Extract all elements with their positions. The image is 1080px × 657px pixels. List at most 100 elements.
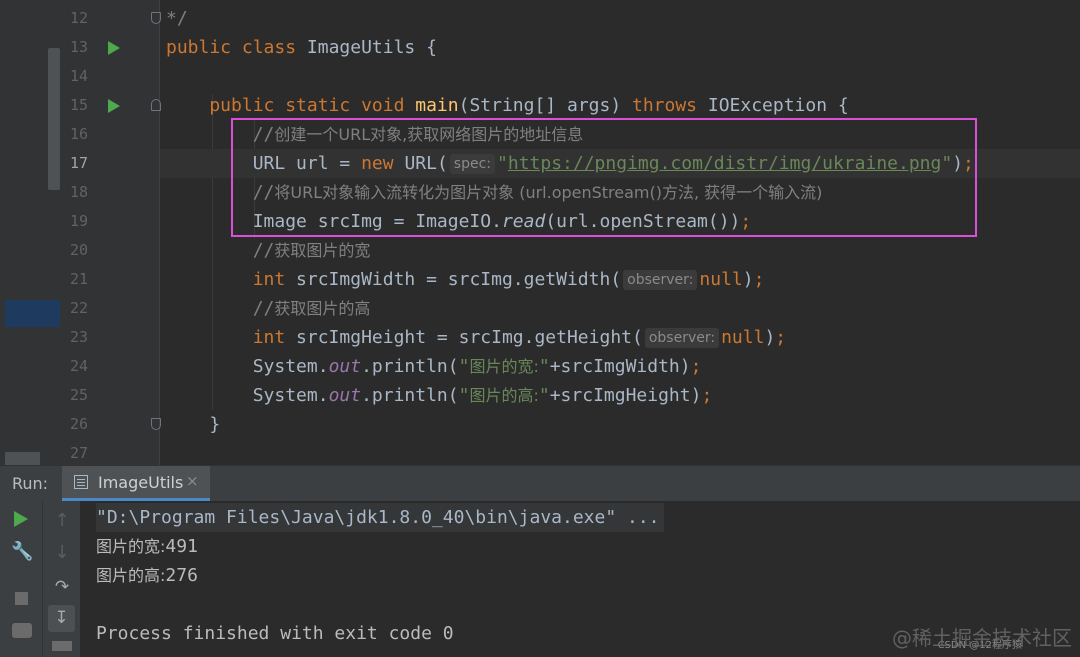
- line-number: 14: [69, 67, 88, 85]
- code-token: ;: [701, 385, 713, 406]
- height-value: 276: [165, 565, 198, 586]
- line-number: 21: [69, 270, 88, 288]
- watermark: @稀土掘金技术社区: [892, 626, 1072, 650]
- console-exit-message: Process finished with exit code 0: [96, 623, 454, 644]
- run-gutter-icon[interactable]: [108, 99, 120, 113]
- code-text: */: [166, 4, 188, 33]
- code-line-14[interactable]: 14: [70, 62, 1080, 91]
- code-token: null: [721, 327, 765, 348]
- code-token: +srcImgWidth): [549, 356, 691, 377]
- run-label: Run:: [12, 474, 49, 493]
- code-line-15[interactable]: 15 public static void main(String[] args…: [70, 91, 1080, 120]
- code-editor[interactable]: 12 */ 13 public class ImageUtils { 14 15 publ…: [0, 0, 1080, 465]
- code-token: 图片的高:: [469, 386, 539, 405]
- code-token: main: [415, 95, 459, 116]
- code-token: System.: [166, 356, 329, 377]
- code-token: 图片的宽:: [469, 357, 539, 376]
- fold-icon[interactable]: [151, 12, 161, 24]
- code-token: ": [538, 356, 550, 377]
- code-token: ImageUtils {: [306, 37, 437, 58]
- code-token: ): [742, 269, 754, 290]
- code-token: srcImgHeight = srcImg.getHeight(: [296, 327, 643, 348]
- close-icon[interactable]: ×: [186, 472, 199, 490]
- line-number: 17: [69, 154, 88, 172]
- run-gutter-icon[interactable]: [108, 41, 120, 55]
- code-token: ": [538, 385, 550, 406]
- line-number: 27: [69, 444, 88, 462]
- code-token: ": [458, 385, 470, 406]
- height-label: 图片的高:: [96, 566, 166, 585]
- code-token: 获取图片的宽: [274, 241, 371, 260]
- code-token: out: [328, 356, 362, 377]
- code-token: public class: [166, 37, 307, 58]
- code-line-12[interactable]: 12 */: [70, 4, 1080, 33]
- width-value: 491: [165, 536, 198, 557]
- code-token: ": [458, 356, 470, 377]
- parameter-hint: observer:: [623, 270, 698, 290]
- tab-label: ImageUtils: [98, 473, 184, 492]
- line-number: 20: [69, 241, 88, 259]
- code-text: int srcImgWidth = srcImg.getWidth(observ…: [166, 265, 764, 294]
- console-icon: [74, 475, 88, 489]
- rerun-icon[interactable]: [14, 511, 28, 527]
- arrow-up-icon[interactable]: ↑: [53, 510, 71, 531]
- code-text: }: [166, 410, 220, 439]
- fold-icon[interactable]: [151, 99, 161, 111]
- code-token: (String[] args): [458, 95, 632, 116]
- run-toolbar-primary: 🔧: [0, 501, 42, 657]
- code-token: //: [166, 298, 275, 319]
- line-number: 15: [69, 96, 88, 114]
- console-line-height: 图片的高:276: [96, 561, 198, 590]
- line-number: 18: [69, 183, 88, 201]
- line-number: 12: [69, 9, 88, 27]
- code-token: ;: [753, 269, 765, 290]
- scroll-to-end-icon[interactable]: ↧: [48, 605, 75, 632]
- code-token: int: [166, 327, 297, 348]
- code-line-24[interactable]: 24 System.out.println("图片的宽:"+srcImgWidt…: [70, 352, 1080, 381]
- code-token: 获取图片的高: [274, 299, 371, 318]
- code-text: public class ImageUtils {: [166, 33, 437, 62]
- line-number: 25: [69, 386, 88, 404]
- code-token: //: [166, 240, 275, 261]
- tab-imageutils[interactable]: ImageUtils ×: [62, 466, 210, 501]
- code-line-22[interactable]: 22 //获取图片的高: [70, 294, 1080, 323]
- highlight-box: [231, 118, 977, 237]
- line-number: 24: [69, 357, 88, 375]
- arrow-down-icon[interactable]: ↓: [53, 542, 71, 563]
- code-token: IOException {: [707, 95, 849, 116]
- code-line-25[interactable]: 25 System.out.println("图片的高:"+srcImgHeig…: [70, 381, 1080, 410]
- line-number: 22: [69, 299, 88, 317]
- code-line-27[interactable]: 27: [70, 439, 1080, 465]
- code-token: int: [166, 269, 297, 290]
- line-number: 19: [69, 212, 88, 230]
- code-line-13[interactable]: 13 public class ImageUtils {: [70, 33, 1080, 62]
- console-command: "D:\Program Files\Java\jdk1.8.0_40\bin\j…: [96, 503, 664, 532]
- code-text: public static void main(String[] args) t…: [166, 91, 849, 120]
- soft-wrap-icon[interactable]: ↷: [52, 577, 72, 597]
- code-token: System.: [166, 385, 329, 406]
- code-token: }: [166, 414, 221, 435]
- code-line-20[interactable]: 20 //获取图片的宽: [70, 236, 1080, 265]
- code-line-23[interactable]: 23 int srcImgHeight = srcImg.getHeight(o…: [70, 323, 1080, 352]
- print-icon[interactable]: [52, 641, 72, 651]
- code-token: null: [699, 269, 743, 290]
- code-text: System.out.println("图片的高:"+srcImgHeight)…: [166, 381, 713, 410]
- code-token: out: [328, 385, 362, 406]
- line-number: 13: [69, 38, 88, 56]
- line-number: 16: [69, 125, 88, 143]
- code-text: System.out.println("图片的宽:"+srcImgWidth);: [166, 352, 702, 381]
- code-token: .println(: [361, 385, 459, 406]
- code-token: ;: [690, 356, 702, 377]
- code-token: public static void: [166, 95, 416, 116]
- code-token: srcImgWidth = srcImg.getWidth(: [296, 269, 622, 290]
- width-label: 图片的宽:: [96, 537, 166, 556]
- code-token: +srcImgHeight): [549, 385, 702, 406]
- wrench-icon[interactable]: 🔧: [11, 541, 33, 562]
- code-line-21[interactable]: 21 int srcImgWidth = srcImg.getWidth(obs…: [70, 265, 1080, 294]
- code-line-26[interactable]: 26 }: [70, 410, 1080, 439]
- console-line-width: 图片的宽:491: [96, 532, 198, 561]
- fold-icon[interactable]: [151, 418, 161, 430]
- parameter-hint: observer:: [644, 328, 720, 348]
- stop-icon[interactable]: [15, 592, 28, 605]
- camera-icon[interactable]: [12, 623, 32, 638]
